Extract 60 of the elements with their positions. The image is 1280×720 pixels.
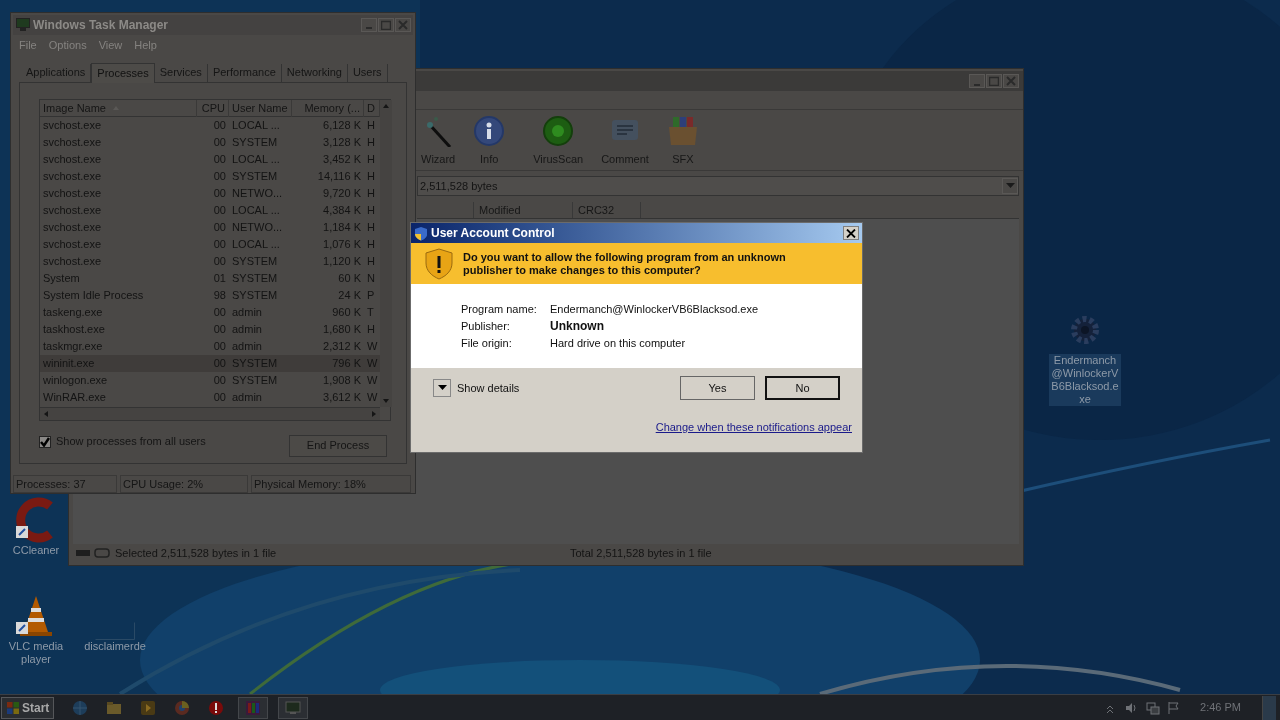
clock[interactable]: 2:46 PM xyxy=(1200,699,1241,716)
info-icon xyxy=(473,114,506,147)
dialog-button[interactable]: No xyxy=(765,376,840,400)
drive-icon xyxy=(75,548,111,558)
monitor-icon xyxy=(285,699,302,716)
desktop-icon-label[interactable]: Endermanch@WinlockerVB6Blacksod.exe xyxy=(1049,354,1121,406)
folder-icon xyxy=(106,699,123,716)
field-value: Endermanch@WinlockerVB6Blacksod.exe xyxy=(550,302,759,316)
maximize-button[interactable] xyxy=(986,74,1002,88)
settings-link[interactable]: Change when these notifications appear xyxy=(655,419,852,436)
tray-icon[interactable] xyxy=(1146,700,1161,715)
shield-icon xyxy=(414,225,428,241)
winrar-icon xyxy=(245,699,262,716)
monitor-icon xyxy=(16,18,30,32)
menu-item[interactable]: Help xyxy=(134,36,157,54)
close-icon xyxy=(398,19,408,30)
warning-shield-icon xyxy=(425,247,453,280)
caret-icon xyxy=(437,385,447,391)
menu-item[interactable]: Options xyxy=(48,36,87,54)
minimize-button[interactable] xyxy=(969,74,985,88)
maximize-icon xyxy=(381,19,391,30)
desktop-icon-label[interactable]: CCleaner xyxy=(11,544,61,557)
field-value: Hard drive on this computer xyxy=(550,336,686,350)
minimize-icon xyxy=(366,27,372,30)
menu-item[interactable]: File xyxy=(19,36,37,54)
maximize-icon xyxy=(989,76,999,86)
windows-flag-icon xyxy=(6,700,20,715)
checkbox[interactable] xyxy=(39,435,51,448)
desktop-icon-label[interactable]: VLC media player xyxy=(6,640,66,666)
network-icon xyxy=(1146,700,1161,715)
close-icon xyxy=(1006,76,1016,86)
dialog-button[interactable]: Yes xyxy=(680,376,755,400)
minimize-icon xyxy=(974,83,980,86)
menu-item[interactable]: View xyxy=(98,36,123,54)
caret-icon xyxy=(1005,183,1015,189)
media-player-icon xyxy=(140,699,157,716)
scrollbar[interactable] xyxy=(380,99,392,407)
field-label: Publisher: xyxy=(461,319,511,333)
minimize-button[interactable] xyxy=(361,17,377,32)
desktop-icon-label[interactable]: disclaimerde xyxy=(83,640,147,653)
tab[interactable]: Processes xyxy=(91,62,155,83)
tray-icon[interactable] xyxy=(1167,700,1182,715)
dialog-title: User Account Control xyxy=(431,225,555,242)
address-field[interactable]: 2,511,528 bytes xyxy=(417,176,1019,196)
stop-icon xyxy=(208,699,225,716)
warning-text: Do you want to allow the following program from an unknown publisher to make changes to this computer? xyxy=(463,250,787,277)
window-title: Windows Task Manager xyxy=(33,16,169,34)
close-button[interactable] xyxy=(843,226,859,240)
field-label: File origin: xyxy=(461,336,513,350)
globe-icon xyxy=(72,699,89,716)
box-icon xyxy=(666,114,699,147)
maximize-button[interactable] xyxy=(378,17,394,32)
scrollbar[interactable] xyxy=(40,406,380,420)
start-button[interactable]: Start xyxy=(1,696,55,719)
flag-icon xyxy=(1167,700,1182,715)
show-details-toggle[interactable]: Show details xyxy=(433,379,520,397)
field-value: Unknown xyxy=(550,319,604,333)
show-desktop-button[interactable] xyxy=(1262,695,1276,720)
file-icon xyxy=(95,622,135,640)
field-label: Program name: xyxy=(461,302,538,316)
